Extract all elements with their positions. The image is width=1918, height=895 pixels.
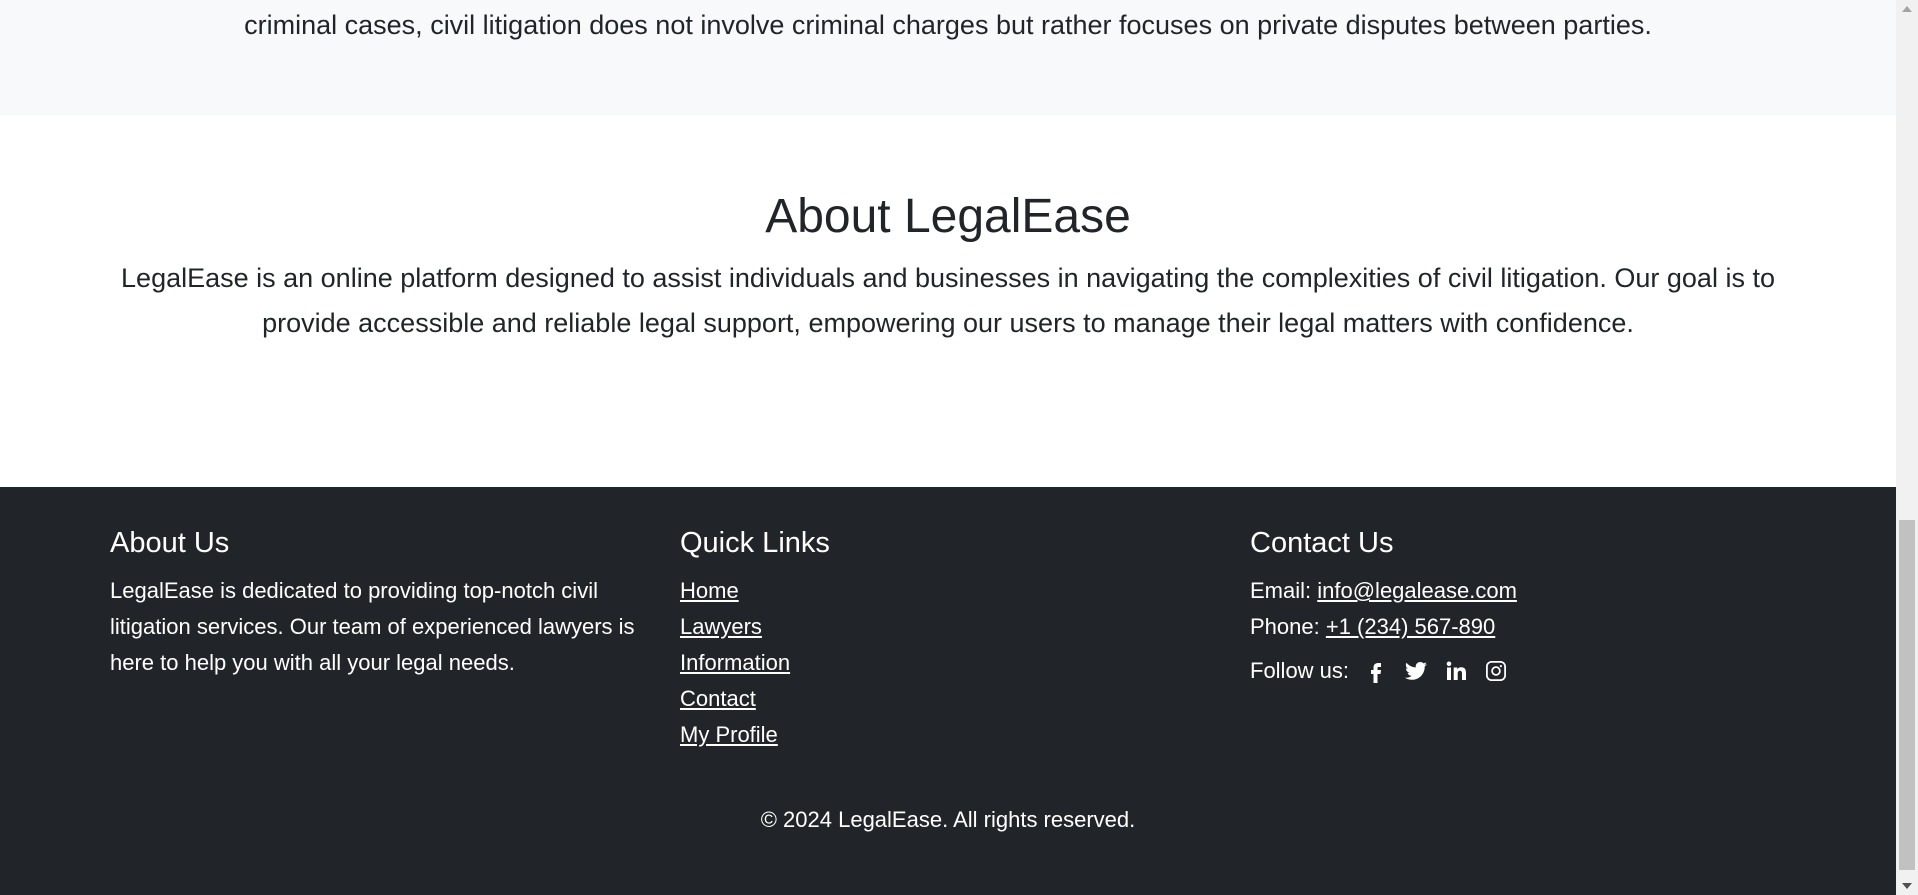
about-section: About LegalEase LegalEase is an online p… — [0, 115, 1896, 487]
quick-link-lawyers[interactable]: Lawyers — [680, 614, 762, 639]
contact-email-line: Email: info@legalease.com — [1250, 573, 1790, 609]
email-link[interactable]: info@legalease.com — [1317, 578, 1517, 603]
footer-about-text: LegalEase is dedicated to providing top-… — [110, 578, 635, 675]
quick-link-item: Contact — [680, 681, 1220, 717]
email-label: Email: — [1250, 578, 1312, 603]
contact-details: Email: info@legalease.com Phone: +1 (234… — [1250, 573, 1790, 689]
quick-link-contact[interactable]: Contact — [680, 686, 756, 711]
twitter-icon[interactable] — [1403, 658, 1429, 684]
about-title: About LegalEase — [765, 190, 1131, 243]
browser-viewport: criminal cases, civil litigation does no… — [0, 0, 1918, 895]
copyright-text: © 2024 LegalEase. All rights reserved. — [760, 807, 1136, 832]
footer-contact-heading: Contact Us — [1250, 527, 1394, 559]
footer-quick-links-heading: Quick Links — [680, 527, 830, 559]
quick-link-home[interactable]: Home — [680, 578, 739, 603]
about-description: LegalEase is an online platform designed… — [121, 263, 1775, 338]
quick-link-my-profile[interactable]: My Profile — [680, 722, 778, 747]
quick-link-information[interactable]: Information — [680, 650, 790, 675]
quick-link-item: Information — [680, 645, 1220, 681]
scroll-down-arrow-icon[interactable] — [1896, 877, 1918, 895]
linkedin-icon[interactable] — [1443, 658, 1469, 684]
footer-contact-column: Contact Us Email: info@legalease.com Pho… — [1250, 523, 1790, 689]
phone-label: Phone: — [1250, 614, 1320, 639]
facebook-icon[interactable] — [1363, 658, 1389, 684]
previous-section: criminal cases, civil litigation does no… — [0, 0, 1896, 115]
footer-quick-links-column: Quick Links Home Lawyers Information Con… — [680, 523, 1220, 753]
quick-links-list: Home Lawyers Information Contact My Prof… — [680, 573, 1220, 753]
instagram-icon[interactable] — [1483, 658, 1509, 684]
phone-link[interactable]: +1 (234) 567-890 — [1326, 614, 1495, 639]
footer-about-heading: About Us — [110, 527, 230, 559]
quick-link-item: Lawyers — [680, 609, 1220, 645]
previous-section-text: criminal cases, civil litigation does no… — [244, 10, 1652, 40]
footer: About Us LegalEase is dedicated to provi… — [0, 487, 1896, 895]
quick-link-item: My Profile — [680, 717, 1220, 753]
vertical-scrollbar[interactable] — [1896, 0, 1918, 895]
contact-phone-line: Phone: +1 (234) 567-890 — [1250, 609, 1790, 645]
follow-us-row: Follow us: — [1250, 653, 1790, 689]
scroll-up-arrow-icon[interactable] — [1896, 0, 1918, 18]
page: criminal cases, civil litigation does no… — [0, 0, 1896, 895]
follow-label: Follow us: — [1250, 658, 1350, 683]
scrollbar-thumb[interactable] — [1899, 520, 1915, 870]
quick-link-item: Home — [680, 573, 1220, 609]
footer-about-column: About Us LegalEase is dedicated to provi… — [110, 523, 650, 681]
